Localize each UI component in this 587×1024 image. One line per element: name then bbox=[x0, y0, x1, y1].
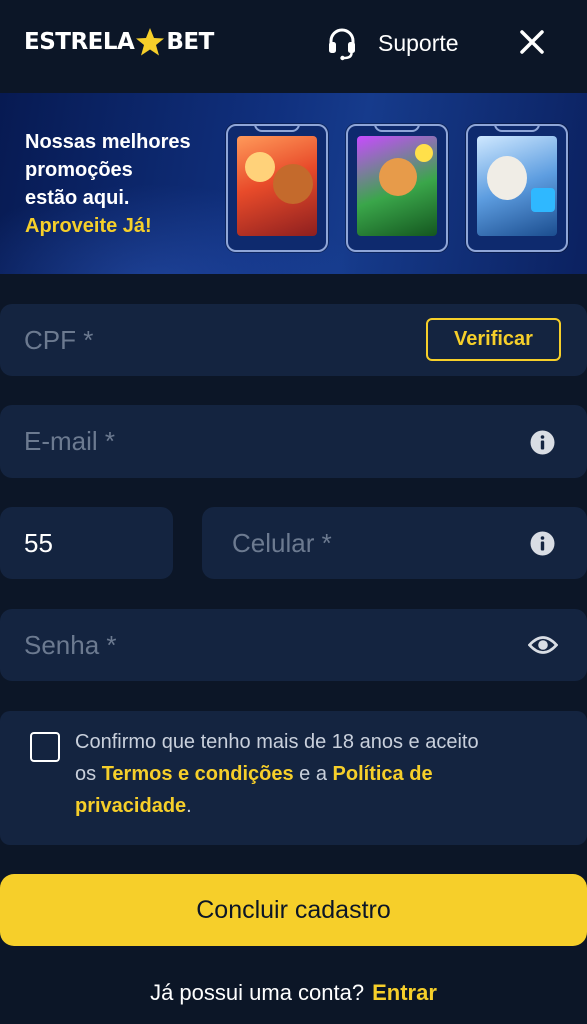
character-figure bbox=[273, 164, 313, 204]
login-link[interactable]: Entrar bbox=[372, 980, 437, 1005]
phone-field[interactable]: Celular * bbox=[202, 507, 587, 579]
support-button[interactable]: Suporte bbox=[324, 24, 459, 62]
character-figure bbox=[487, 156, 527, 200]
info-icon[interactable] bbox=[530, 430, 555, 455]
country-code-value: 55 bbox=[24, 528, 53, 558]
terms-link[interactable]: Termos e condições bbox=[102, 763, 294, 785]
eye-icon[interactable] bbox=[528, 634, 558, 656]
card-notch bbox=[374, 126, 420, 132]
promo-banner[interactable]: Nossas melhores promoções estão aqui. Ap… bbox=[0, 93, 587, 274]
header: ESTRELA BET Suporte bbox=[0, 0, 587, 88]
game-art-image bbox=[237, 136, 317, 236]
game-art-image bbox=[357, 136, 437, 236]
consent-text-suffix: . bbox=[186, 795, 192, 817]
consent-text-line-3: privacidade. bbox=[75, 790, 192, 822]
submit-button[interactable]: Concluir cadastro bbox=[0, 874, 587, 946]
info-icon[interactable] bbox=[530, 531, 555, 556]
character-figure bbox=[531, 188, 555, 212]
consent-text-middle: e a bbox=[293, 763, 333, 785]
game-card[interactable] bbox=[346, 124, 448, 252]
email-placeholder: E-mail * bbox=[24, 426, 116, 456]
banner-line-2: promoções bbox=[25, 159, 133, 181]
logo-text-right: BET bbox=[166, 29, 214, 55]
age-terms-checkbox[interactable] bbox=[30, 732, 60, 762]
character-figure bbox=[415, 144, 433, 162]
banner-line-1: Nossas melhores bbox=[25, 131, 191, 153]
login-prompt: Já possui uma conta? Entrar bbox=[0, 980, 587, 1012]
headset-icon bbox=[329, 28, 355, 61]
privacy-link[interactable]: Política de bbox=[333, 763, 433, 785]
estrelabet-logo[interactable]: ESTRELA BET bbox=[24, 24, 214, 60]
password-field[interactable]: Senha * bbox=[0, 609, 587, 681]
banner-highlight: Aproveite Já! bbox=[25, 215, 152, 237]
support-label: Suporte bbox=[378, 29, 459, 56]
star-icon bbox=[136, 28, 165, 56]
character-figure bbox=[379, 158, 417, 196]
privacy-link-continued[interactable]: privacidade bbox=[75, 795, 186, 817]
email-field[interactable]: E-mail * bbox=[0, 405, 587, 478]
cpf-placeholder: CPF * bbox=[24, 325, 94, 355]
consent-text-line-2: os Termos e condições e a Política de bbox=[75, 758, 433, 790]
country-code-field[interactable]: 55 bbox=[0, 507, 173, 579]
verify-button[interactable]: Verificar bbox=[426, 318, 561, 361]
card-notch bbox=[494, 126, 540, 132]
phone-placeholder: Celular * bbox=[232, 528, 332, 558]
consent-text-prefix: os bbox=[75, 763, 102, 785]
character-figure bbox=[245, 152, 275, 182]
password-placeholder: Senha * bbox=[24, 630, 117, 660]
close-icon[interactable] bbox=[516, 26, 548, 58]
consent-text-line-1: Confirmo que tenho mais de 18 anos e ace… bbox=[75, 731, 479, 753]
game-card[interactable] bbox=[466, 124, 568, 252]
login-question: Já possui uma conta? bbox=[150, 980, 365, 1005]
logo-text-left: ESTRELA bbox=[24, 29, 135, 55]
game-card[interactable] bbox=[226, 124, 328, 252]
game-art-image bbox=[477, 136, 557, 236]
banner-line-3: estão aqui. bbox=[25, 187, 130, 209]
card-notch bbox=[254, 126, 300, 132]
